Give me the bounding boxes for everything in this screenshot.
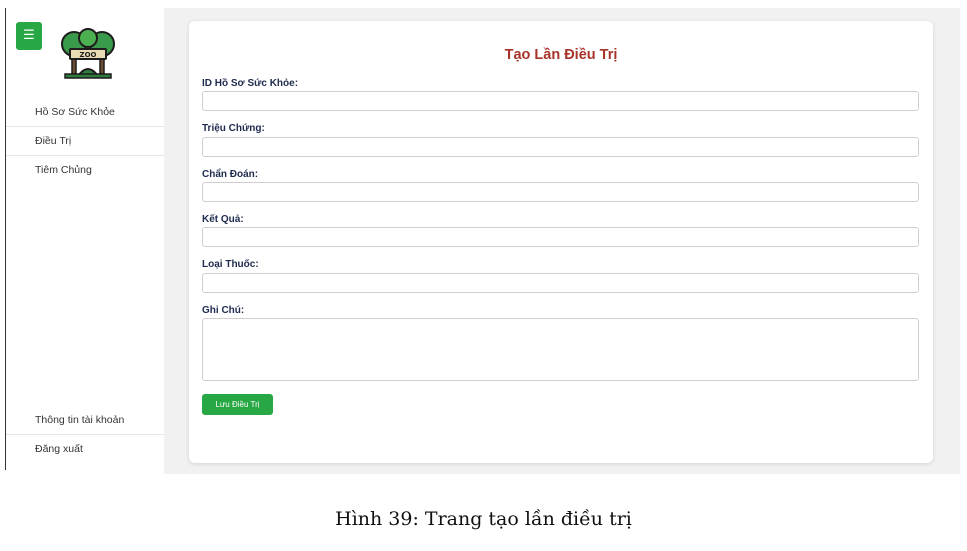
sidebar-item-logout[interactable]: Đăng xuất (6, 435, 164, 463)
result-input[interactable] (202, 227, 919, 247)
result-label: Kết Quả: (202, 214, 244, 225)
note-label: Ghi Chú: (202, 305, 245, 316)
note-textarea[interactable] (202, 318, 919, 381)
diagnosis-input[interactable] (202, 182, 919, 202)
menu-toggle-button[interactable]: ☰ (16, 22, 42, 50)
health-record-id-label: ID Hồ Sơ Sức Khỏe: (202, 78, 299, 89)
health-record-id-input[interactable] (202, 91, 919, 111)
sidebar-item-treatment[interactable]: Điều Trị (6, 127, 164, 156)
symptoms-label: Triệu Chứng: (202, 123, 265, 134)
zoo-logo-icon: ZOO (59, 24, 117, 82)
save-treatment-button[interactable]: Lưu Điều Trị (202, 394, 273, 415)
sidebar-item-health-records[interactable]: Hồ Sơ Sức Khỏe (6, 98, 164, 127)
sidebar-item-vaccination[interactable]: Tiêm Chủng (6, 156, 164, 184)
sidebar-nav: Hồ Sơ Sức Khỏe Điều Trị Tiêm Chủng (6, 98, 164, 184)
sidebar-footer: Thông tin tài khoản Đăng xuất (6, 406, 164, 463)
diagnosis-label: Chẩn Đoán: (202, 169, 259, 180)
medicine-type-input[interactable] (202, 273, 919, 293)
page-title: Tạo Lần Điều Trị (504, 47, 618, 63)
hamburger-icon: ☰ (23, 28, 35, 43)
sidebar-item-account[interactable]: Thông tin tài khoản (6, 406, 164, 435)
sidebar: ☰ ZOO Hồ Sơ Sức Khỏe Điều Trị Tiêm Chủng… (6, 8, 164, 474)
medicine-type-label: Loại Thuốc: (202, 259, 259, 270)
logo-text: ZOO (80, 51, 97, 59)
figure-caption: Hình 39: Trang tạo lần điều trị (335, 508, 632, 530)
treatment-form-card: Tạo Lần Điều Trị ID Hồ Sơ Sức Khỏe: Triệ… (189, 21, 933, 463)
symptoms-input[interactable] (202, 137, 919, 157)
